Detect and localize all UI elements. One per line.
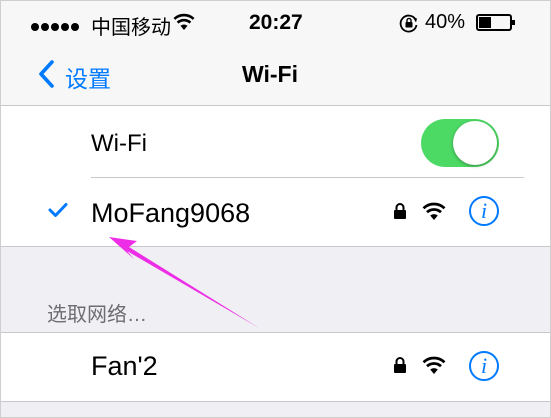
annotation-arrow-icon [109, 237, 259, 328]
phone-screen: 中国移动 20:27 40% 设置 Wi-Fi Wi-Fi MoFang9068… [0, 0, 551, 418]
